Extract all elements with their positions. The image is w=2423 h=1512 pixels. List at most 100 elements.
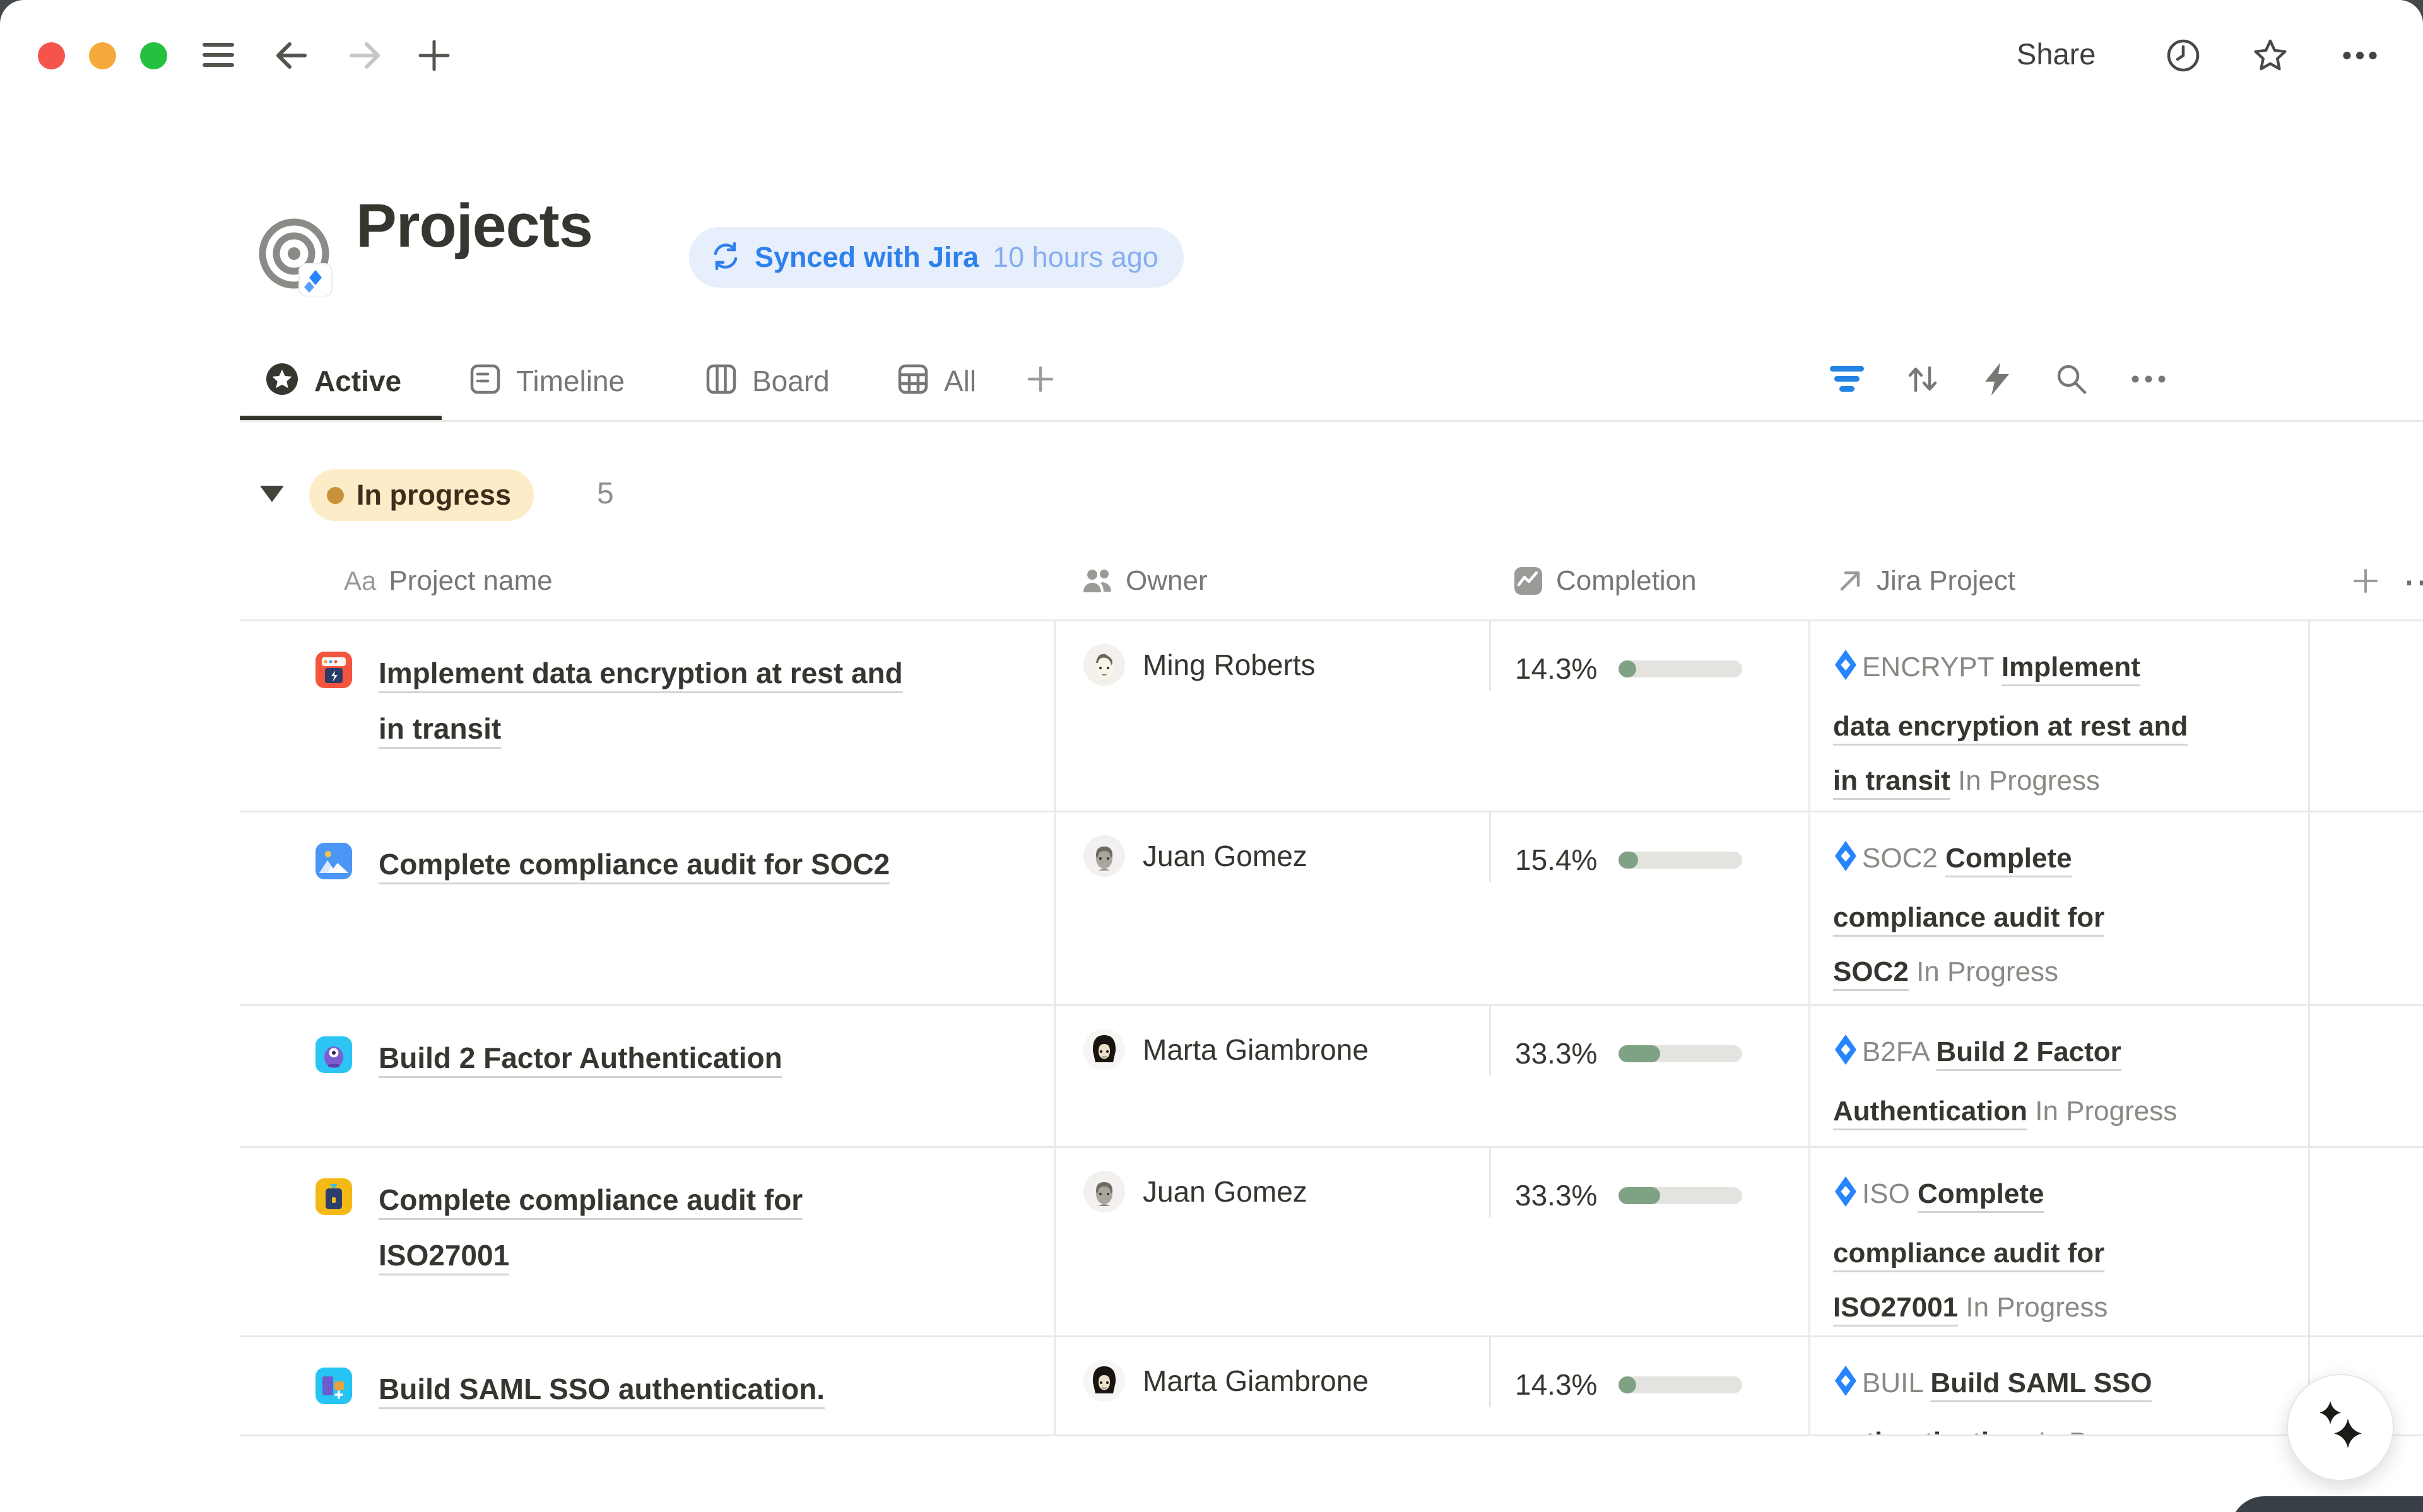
column-header-completion[interactable]: Completion <box>1489 542 1808 619</box>
completion-cell[interactable]: 33.3% <box>1489 1006 1808 1075</box>
progress-bar <box>1618 852 1742 869</box>
jira-project-cell[interactable]: ENCRYPT Implement data encryption at res… <box>1808 621 2308 811</box>
jira-status: In Progress <box>2038 1427 2180 1434</box>
close-window-button[interactable] <box>38 42 65 69</box>
project-name-cell[interactable]: Build SAML SSO authentication. <box>240 1337 1054 1434</box>
table-row: Complete compliance audit for SOC2 Juan … <box>240 812 2423 1006</box>
owner-chip[interactable]: Ming Roberts <box>1083 644 1477 686</box>
jira-diamond-icon <box>1833 645 1858 700</box>
jira-key: ENCRYPT <box>1862 652 1994 683</box>
page-title[interactable]: Projects <box>356 190 592 261</box>
jira-diamond-icon <box>1833 1030 1858 1084</box>
owner-name: Ming Roberts <box>1143 644 1316 686</box>
more-options-icon[interactable] <box>2342 38 2378 73</box>
owner-cell[interactable]: Ming Roberts <box>1054 621 1489 811</box>
people-icon <box>1082 567 1113 595</box>
projects-table: Aa Project name Owner Completion Jira Pr… <box>240 542 2423 1436</box>
jira-diamond-icon <box>1833 1172 1858 1226</box>
jira-project-cell[interactable]: BUIL Build SAML SSO authentication. In P… <box>1808 1337 2308 1434</box>
minimize-window-button[interactable] <box>89 42 116 69</box>
completion-cell[interactable]: 14.3% <box>1489 1337 1808 1407</box>
column-header-project-name[interactable]: Aa Project name <box>240 542 1054 619</box>
jira-status: In Progress <box>2035 1096 2177 1127</box>
jira-key: ISO <box>1862 1178 1910 1209</box>
owner-name: Marta Giambrone <box>1143 1029 1369 1070</box>
completion-cell[interactable]: 15.4% <box>1489 812 1808 882</box>
filter-icon[interactable] <box>1829 361 1865 397</box>
history-clock-icon[interactable] <box>2166 38 2201 73</box>
jira-sync-badge[interactable]: Synced with Jira 10 hours ago <box>689 227 1184 288</box>
app-window: Share Projects <box>0 0 2423 1512</box>
rollup-chart-icon <box>1513 566 1543 596</box>
forward-icon[interactable] <box>347 38 382 73</box>
header-overflow-icon[interactable]: ⋯ <box>2403 560 2423 604</box>
bottom-corner-shape <box>2230 1496 2423 1512</box>
sparkles-icon <box>2311 1397 2369 1458</box>
project-icon <box>315 1036 352 1073</box>
completion-percent: 14.3% <box>1515 652 1597 686</box>
owner-chip[interactable]: Juan Gomez <box>1083 835 1477 877</box>
empty-cell <box>2308 1148 2423 1335</box>
project-name-link[interactable]: Complete compliance audit for SOC2 <box>379 836 890 892</box>
avatar <box>1083 835 1125 877</box>
jira-project-cell[interactable]: B2FA Build 2 Factor Authentication In Pr… <box>1808 1006 2308 1146</box>
group-status-pill[interactable]: In progress <box>309 469 534 521</box>
project-icon <box>315 843 352 879</box>
new-tab-icon[interactable] <box>416 38 452 73</box>
project-name-link[interactable]: Build 2 Factor Authentication <box>379 1030 782 1086</box>
owner-cell[interactable]: Marta Giambrone <box>1054 1337 1489 1434</box>
jira-key: B2FA <box>1862 1036 1928 1067</box>
view-more-icon[interactable] <box>2130 361 2167 397</box>
tabs-divider <box>240 420 2423 422</box>
zoom-window-button[interactable] <box>140 42 167 69</box>
project-icon <box>315 652 352 688</box>
column-header-owner[interactable]: Owner <box>1054 542 1489 619</box>
column-header-jira-project[interactable]: Jira Project <box>1808 542 2308 619</box>
sidebar-menu-icon[interactable] <box>201 38 236 73</box>
jira-diamond-icon <box>1833 1361 1858 1415</box>
completion-percent: 15.4% <box>1515 843 1597 877</box>
search-icon[interactable] <box>2053 361 2090 397</box>
project-name-cell[interactable]: Build 2 Factor Authentication <box>240 1006 1054 1146</box>
jira-project-cell[interactable]: ISO Complete compliance audit for ISO270… <box>1808 1148 2308 1335</box>
tab-timeline[interactable]: Timeline <box>516 358 625 404</box>
table-row: Build 2 Factor Authentication Marta Giam… <box>240 1006 2423 1148</box>
completion-cell[interactable]: 33.3% <box>1489 1148 1808 1217</box>
progress-bar <box>1618 1187 1742 1204</box>
avatar <box>1083 1171 1125 1212</box>
owner-chip[interactable]: Marta Giambrone <box>1083 1029 1477 1070</box>
add-view-icon[interactable] <box>1022 361 1059 397</box>
back-icon[interactable] <box>274 38 309 73</box>
project-name-link[interactable]: Complete compliance audit for ISO27001 <box>379 1172 803 1283</box>
ai-sparkles-button[interactable] <box>2287 1374 2394 1481</box>
project-name-cell[interactable]: Implement data encryption at rest and in… <box>240 621 1054 811</box>
owner-cell[interactable]: Marta Giambrone <box>1054 1006 1489 1146</box>
tab-active[interactable]: Active <box>314 358 401 404</box>
owner-cell[interactable]: Juan Gomez <box>1054 812 1489 1004</box>
automation-lightning-icon[interactable] <box>1979 361 2015 397</box>
jira-diamond-icon <box>1833 836 1858 891</box>
progress-fill <box>1618 660 1636 677</box>
jira-project-cell[interactable]: SOC2 Complete compliance audit for SOC2 … <box>1808 812 2308 1004</box>
tab-board[interactable]: Board <box>752 358 830 404</box>
share-button[interactable]: Share <box>2017 37 2096 71</box>
jira-status: In Progress <box>1958 765 2100 796</box>
owner-chip[interactable]: Juan Gomez <box>1083 1171 1477 1212</box>
project-name-link[interactable]: Build SAML SSO authentication. <box>379 1361 825 1417</box>
completion-cell[interactable]: 14.3% <box>1489 621 1808 691</box>
avatar <box>1083 644 1125 686</box>
project-name-cell[interactable]: Complete compliance audit for SOC2 <box>240 812 1054 1004</box>
tab-all[interactable]: All <box>944 358 976 404</box>
favorite-star-icon[interactable] <box>2253 38 2288 73</box>
text-property-icon: Aa <box>344 566 376 596</box>
owner-cell[interactable]: Juan Gomez <box>1054 1148 1489 1335</box>
sort-icon[interactable] <box>1904 361 1941 397</box>
page-target-icon[interactable] <box>257 217 337 296</box>
owner-chip[interactable]: Marta Giambrone <box>1083 1360 1477 1402</box>
progress-fill <box>1618 1376 1636 1393</box>
progress-fill <box>1618 1187 1660 1204</box>
project-name-cell[interactable]: Complete compliance audit for ISO27001 <box>240 1148 1054 1335</box>
group-collapse-toggle[interactable] <box>260 486 284 502</box>
project-name-link[interactable]: Implement data encryption at rest and in… <box>379 645 903 756</box>
owner-name: Juan Gomez <box>1143 1171 1307 1212</box>
